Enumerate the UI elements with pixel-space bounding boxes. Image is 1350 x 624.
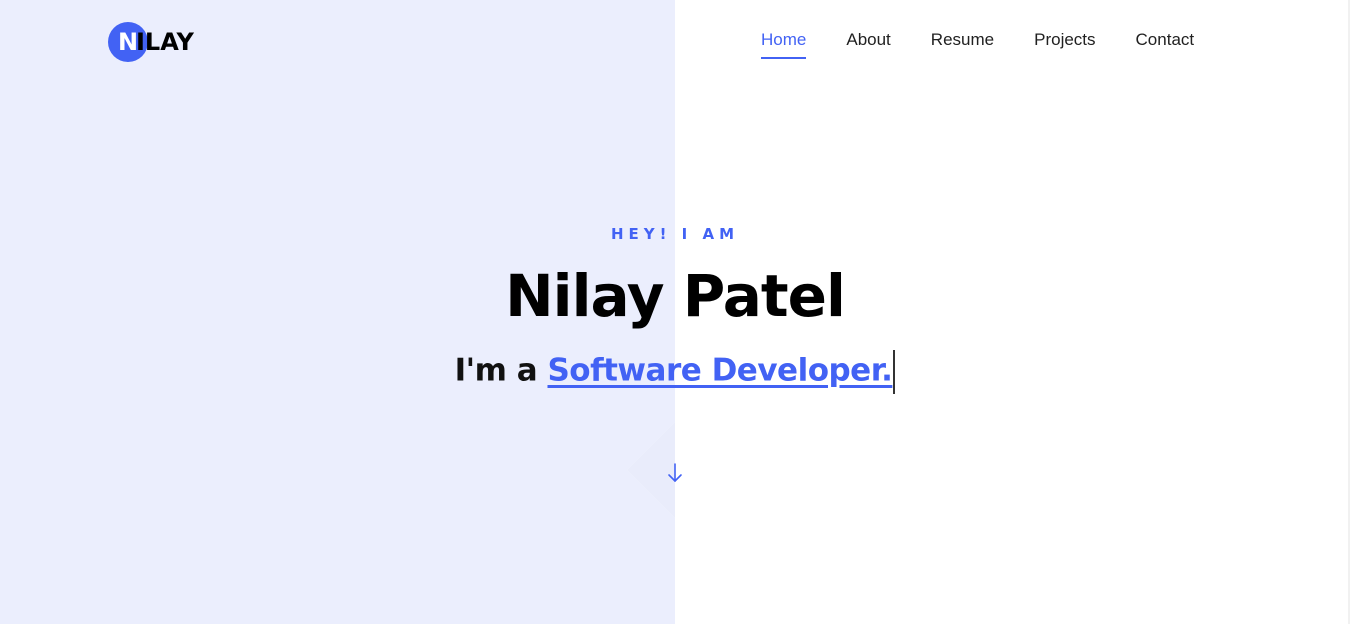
tagline-prefix: I'm a [454,352,548,389]
tagline-role: Software Developer. [547,352,893,389]
hero-tagline: I'm a Software Developer. [0,350,1350,394]
main-nav: Home About Resume Projects Contact [761,30,1234,59]
nav-contact[interactable]: Contact [1136,30,1195,59]
nav-resume[interactable]: Resume [931,30,994,59]
logo-wrap: N ILAY [108,22,194,62]
typing-cursor [893,350,896,394]
page: N ILAY Home About Resume Projects Contac… [0,0,1350,624]
arrow-down-icon [668,463,682,482]
nav-about[interactable]: About [846,30,890,59]
nav-home[interactable]: Home [761,30,807,59]
nav-projects[interactable]: Projects [1034,30,1095,59]
logo-text: ILAY [136,28,194,56]
scroll-down-button[interactable] [660,458,690,488]
hero-eyebrow: HEY! I AM [610,225,740,243]
site-logo[interactable]: N ILAY [108,22,194,62]
hero-name: Nilay Patel [505,262,846,330]
